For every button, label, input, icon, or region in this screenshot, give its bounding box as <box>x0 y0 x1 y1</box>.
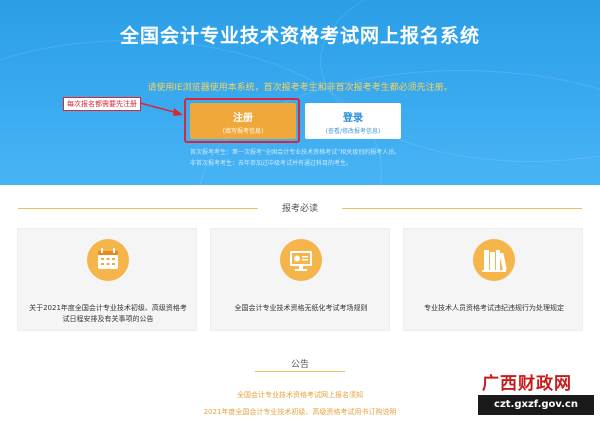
card-text: 专业技术人员资格考试违纪违规行为处理规定 <box>424 304 564 312</box>
guide-card-schedule[interactable]: 关于2021年度全国会计专业技术初级、高级资格考试日程安排及有关事项的公告 <box>17 228 197 331</box>
calendar-icon <box>87 239 129 281</box>
hint-first-time: 首次报考考生：第一次报考“全国会计专业技术资格考试”相关级别的报考人员。 <box>190 149 401 156</box>
divider-line <box>18 208 258 209</box>
hero-banner: 全国会计专业技术资格考试网上报名系统 请使用IE浏览器使用本系统，首次报考考生和… <box>0 0 600 185</box>
registration-hints: 首次报考考生：第一次报考“全国会计专业技术资格考试”相关级别的报考人员。 非首次… <box>190 147 570 169</box>
section-header: 报考必读 <box>18 203 582 214</box>
computer-screen-icon <box>280 239 322 281</box>
watermark-url: czt.gxzf.gov.cn <box>478 395 594 415</box>
section-title: 报考必读 <box>281 204 318 214</box>
card-text: 全国会计专业技术资格无纸化考试考场规则 <box>234 304 368 312</box>
divider-line <box>342 208 582 209</box>
books-icon <box>473 239 515 281</box>
divider-line <box>255 371 345 372</box>
guide-card-rules[interactable]: 全国会计专业技术资格无纸化考试考场规则 <box>210 228 390 331</box>
hint-returning: 非首次报考考生：去年参加过中级考试并有通过科目的考生。 <box>190 160 353 167</box>
guide-card-discipline[interactable]: 专业技术人员资格考试违纪违规行为处理规定 <box>403 228 583 331</box>
card-text: 关于2021年度全国会计专业技术初级、高级资格考试日程安排及有关事项的公告 <box>29 304 187 323</box>
watermark: 广西财政网 czt.gxzf.gov.cn <box>476 369 598 419</box>
watermark-brand: 广西财政网 <box>482 374 572 394</box>
